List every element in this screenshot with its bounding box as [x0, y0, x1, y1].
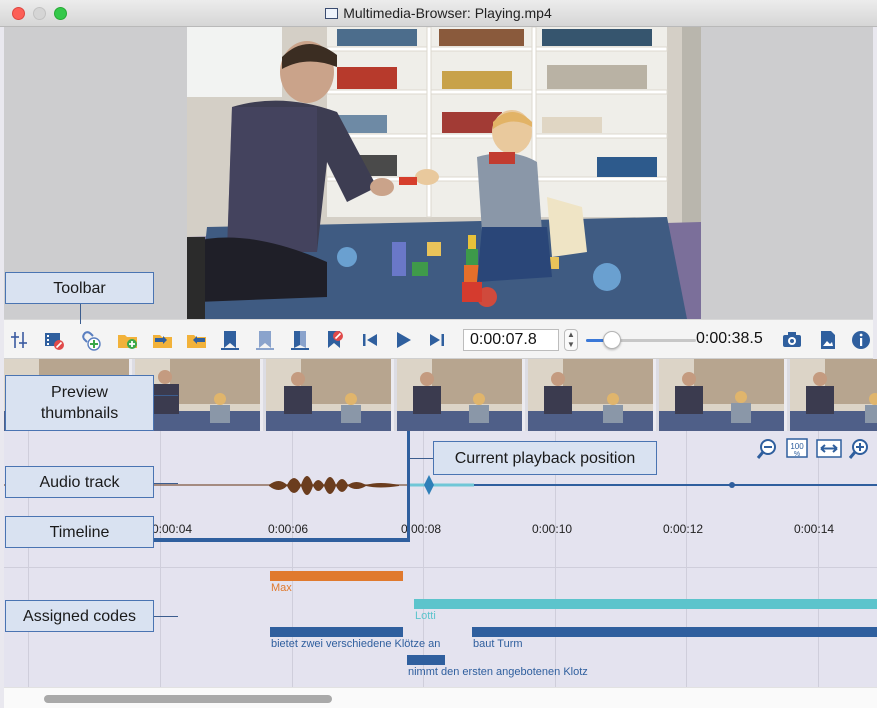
tick-label: 0:00:10 — [532, 522, 573, 536]
svg-text:%: % — [794, 451, 800, 458]
divider — [4, 567, 877, 568]
callout-toolbar: Toolbar — [5, 272, 154, 304]
thumbnail-image — [397, 359, 522, 431]
folder-add-icon[interactable] — [116, 328, 140, 352]
folder-previous-icon[interactable] — [151, 328, 175, 352]
horizontal-scrollbar[interactable] — [4, 687, 877, 708]
preview-thumbnail[interactable] — [528, 359, 656, 431]
play-icon[interactable] — [391, 328, 415, 352]
callout-timeline: Timeline — [5, 516, 154, 548]
app-window: Multimedia-Browser: Playing.mp4 0:00:07.… — [0, 0, 877, 708]
code-bar-lotti[interactable] — [414, 599, 877, 609]
bookmark-split-icon[interactable] — [288, 328, 312, 352]
video-frame[interactable] — [187, 27, 701, 319]
bookmark-outline-icon[interactable] — [253, 328, 277, 352]
bookmark-delete-icon[interactable] — [322, 328, 346, 352]
time-stepper[interactable]: ▲ ▼ — [564, 329, 578, 351]
camera-icon[interactable] — [780, 328, 804, 352]
code-label-builds-tower: baut Turm — [473, 638, 523, 650]
current-time-field[interactable]: 0:00:07.8 — [463, 329, 559, 351]
tick-label: 0:00:04 — [152, 522, 193, 536]
sliders-icon[interactable] — [8, 328, 32, 352]
tick-label: 0:00:14 — [794, 522, 835, 536]
link-add-icon[interactable] — [79, 328, 103, 352]
code-label-max: Max — [271, 582, 292, 594]
code-label-takes-block: nimmt den ersten angebotenen Klotz — [408, 666, 588, 678]
code-label-offers-blocks: bietet zwei verschiedene Klötze an — [271, 638, 441, 650]
window-title: Multimedia-Browser: Playing.mp4 — [343, 5, 552, 21]
tick-label: 0:00:12 — [663, 522, 704, 536]
thumbnail-image — [266, 359, 391, 431]
preview-thumbnail[interactable] — [659, 359, 787, 431]
callout-connector — [154, 483, 178, 484]
code-label-lotti: Lotti — [415, 610, 436, 622]
preview-thumbnail[interactable] — [266, 359, 394, 431]
code-bar-max[interactable] — [270, 571, 403, 581]
played-range-bar — [154, 538, 409, 542]
skip-back-icon[interactable] — [358, 328, 382, 352]
chevron-up-icon[interactable]: ▲ — [565, 330, 577, 340]
thumbnail-image — [528, 359, 653, 431]
code-bar-builds-tower[interactable] — [472, 627, 877, 637]
info-icon[interactable] — [849, 328, 873, 352]
toolbar: 0:00:07.8 ▲ ▼ 0:00:38.5 — [4, 319, 873, 359]
code-bar-offers-blocks[interactable] — [270, 627, 403, 637]
callout-connector — [80, 304, 81, 324]
preview-thumbnail[interactable] — [397, 359, 525, 431]
svg-text:100: 100 — [790, 442, 804, 451]
callout-audio-track: Audio track — [5, 466, 154, 498]
callout-assigned-codes: Assigned codes — [5, 600, 154, 632]
duration-label: 0:00:38.5 — [696, 330, 763, 347]
title-bar: Multimedia-Browser: Playing.mp4 — [0, 0, 877, 27]
thumbnail-image — [659, 359, 784, 431]
zoom-100-icon[interactable]: 100% — [785, 437, 811, 461]
callout-connector — [154, 395, 178, 396]
film-edit-icon[interactable] — [42, 328, 66, 352]
volume-slider-knob[interactable] — [603, 331, 621, 349]
scrollbar-thumb[interactable] — [44, 695, 332, 703]
image-export-icon[interactable] — [816, 328, 840, 352]
zoom-in-icon[interactable] — [845, 437, 873, 461]
skip-forward-icon[interactable] — [425, 328, 449, 352]
chevron-down-icon[interactable]: ▼ — [565, 340, 577, 350]
window-title-container: Multimedia-Browser: Playing.mp4 — [0, 5, 877, 21]
fit-width-icon[interactable] — [815, 437, 843, 461]
callout-connector — [154, 616, 178, 617]
playhead[interactable] — [407, 431, 410, 542]
video-file-icon — [325, 8, 339, 19]
video-scene-image — [187, 27, 701, 319]
bookmark-icon[interactable] — [218, 328, 242, 352]
zoom-out-icon[interactable] — [754, 437, 782, 461]
callout-connector — [409, 458, 433, 459]
callout-current-playback-position: Current playback position — [433, 441, 657, 475]
preview-thumbnail[interactable] — [790, 359, 877, 431]
tick-label: 0:00:06 — [268, 522, 309, 536]
folder-next-icon[interactable] — [185, 328, 209, 352]
callout-preview-thumbnails: Preview thumbnails — [5, 375, 154, 431]
thumbnail-image — [790, 359, 877, 431]
code-bar-takes-block[interactable] — [407, 655, 445, 665]
